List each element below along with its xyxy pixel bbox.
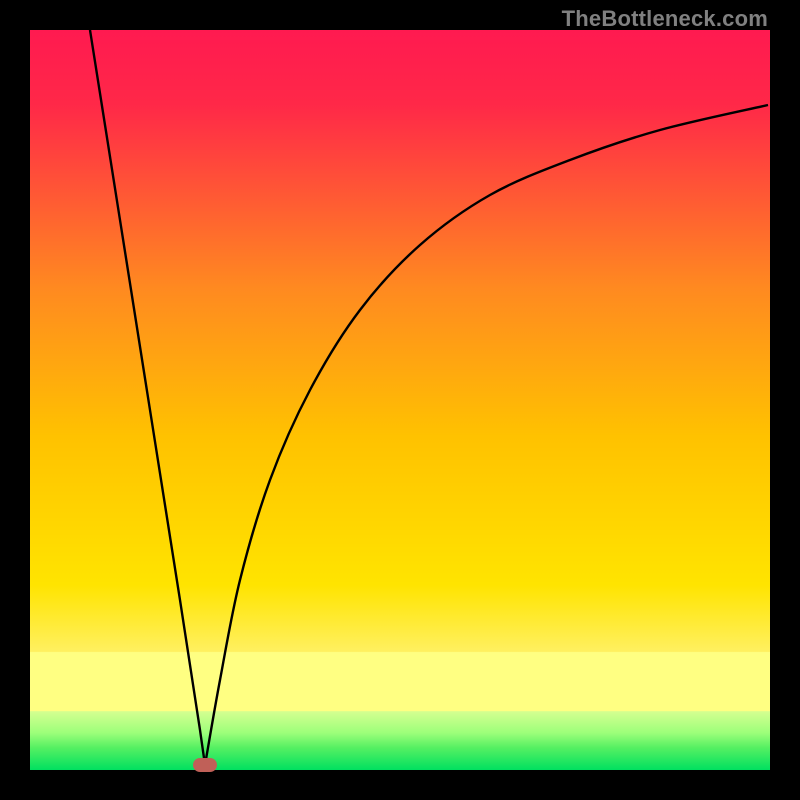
bottleneck-curve: [30, 30, 770, 770]
curve-left-branch: [90, 30, 205, 765]
minimum-marker: [193, 758, 217, 772]
plot-frame: [30, 30, 770, 770]
curve-right-branch: [205, 105, 768, 765]
attribution-text: TheBottleneck.com: [562, 6, 768, 32]
